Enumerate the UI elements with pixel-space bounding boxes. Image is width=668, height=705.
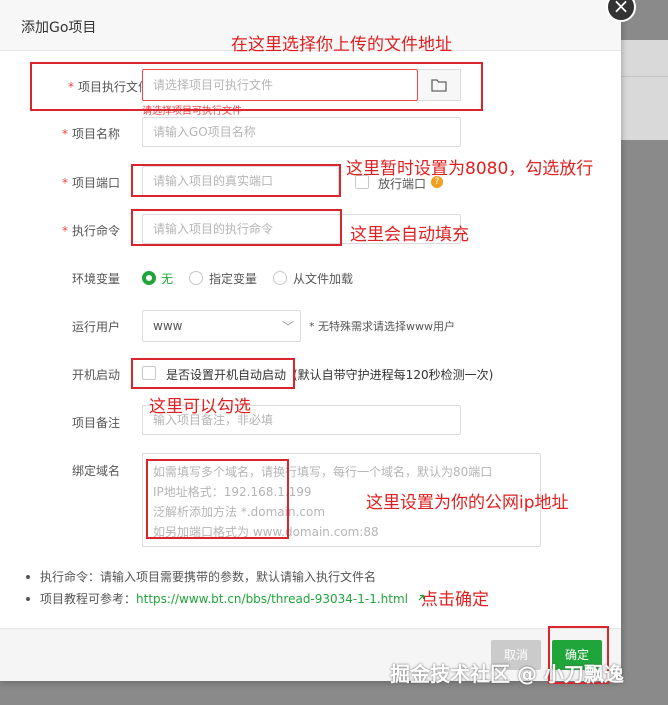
- run-user-hint: * 无特殊需求请选择www用户: [309, 320, 455, 333]
- env-radio-file[interactable]: [273, 271, 287, 285]
- domain-label: 绑定域名: [71, 464, 120, 478]
- annotation-box-port: [131, 164, 341, 197]
- watermark: 掘金技术社区 @ 小刀飘逸: [390, 662, 624, 686]
- dialog-title: 添加Go项目: [21, 20, 97, 36]
- env-option-specified: 指定变量: [209, 272, 258, 286]
- tip-item: 项目教程可参考：https://www.bt.cn/bbs/thread-930…: [26, 590, 426, 607]
- annotation-box-autostart: [131, 358, 295, 389]
- annotation-text: 这里暂时设置为8080，勾选放行: [346, 159, 594, 179]
- tutorial-link[interactable]: https://www.bt.cn/bbs/thread-93034-1-1.h…: [136, 592, 408, 606]
- chevron-down-icon: ﹀: [282, 320, 295, 334]
- annotation-box-exec-file: [30, 62, 483, 111]
- tip-item: 执行命令：请输入项目需要携带的参数，默认请输入执行文件名: [26, 568, 426, 585]
- command-label: * 执行命令: [61, 224, 120, 238]
- autostart-label: 开机启动: [71, 368, 120, 382]
- annotation-text: 在这里选择你上传的文件地址: [231, 35, 452, 55]
- remark-label: 项目备注: [71, 416, 120, 430]
- env-option-none: 无: [161, 272, 174, 286]
- annotation-text: 这里设置为你的公网ip地址: [366, 493, 569, 513]
- annotation-box-command: [131, 209, 342, 246]
- env-radio-specified[interactable]: [189, 271, 203, 285]
- annotation-box-domain: [146, 459, 289, 539]
- background-panel: [620, 40, 668, 140]
- run-user-value: www: [153, 319, 183, 333]
- run-user-label: 运行用户: [71, 320, 120, 334]
- autostart-note: (默认自带守护进程每120秒检测一次): [293, 368, 494, 382]
- annotation-text: 这里可以勾选: [149, 397, 251, 417]
- annotation-text: 这里会自动填充: [350, 225, 469, 245]
- env-option-file: 从文件加载: [293, 272, 354, 286]
- env-label: 环境变量: [71, 272, 120, 286]
- annotation-text: 点击确定: [421, 590, 489, 610]
- project-name-input[interactable]: [142, 117, 461, 147]
- port-label: * 项目端口: [61, 176, 120, 190]
- run-user-select[interactable]: www ﹀: [142, 310, 301, 342]
- env-radio-none[interactable]: [142, 271, 156, 285]
- name-label: * 项目名称: [61, 127, 120, 141]
- tips-list: 执行命令：请输入项目需要携带的参数，默认请输入执行文件名 项目教程可参考：htt…: [26, 568, 426, 612]
